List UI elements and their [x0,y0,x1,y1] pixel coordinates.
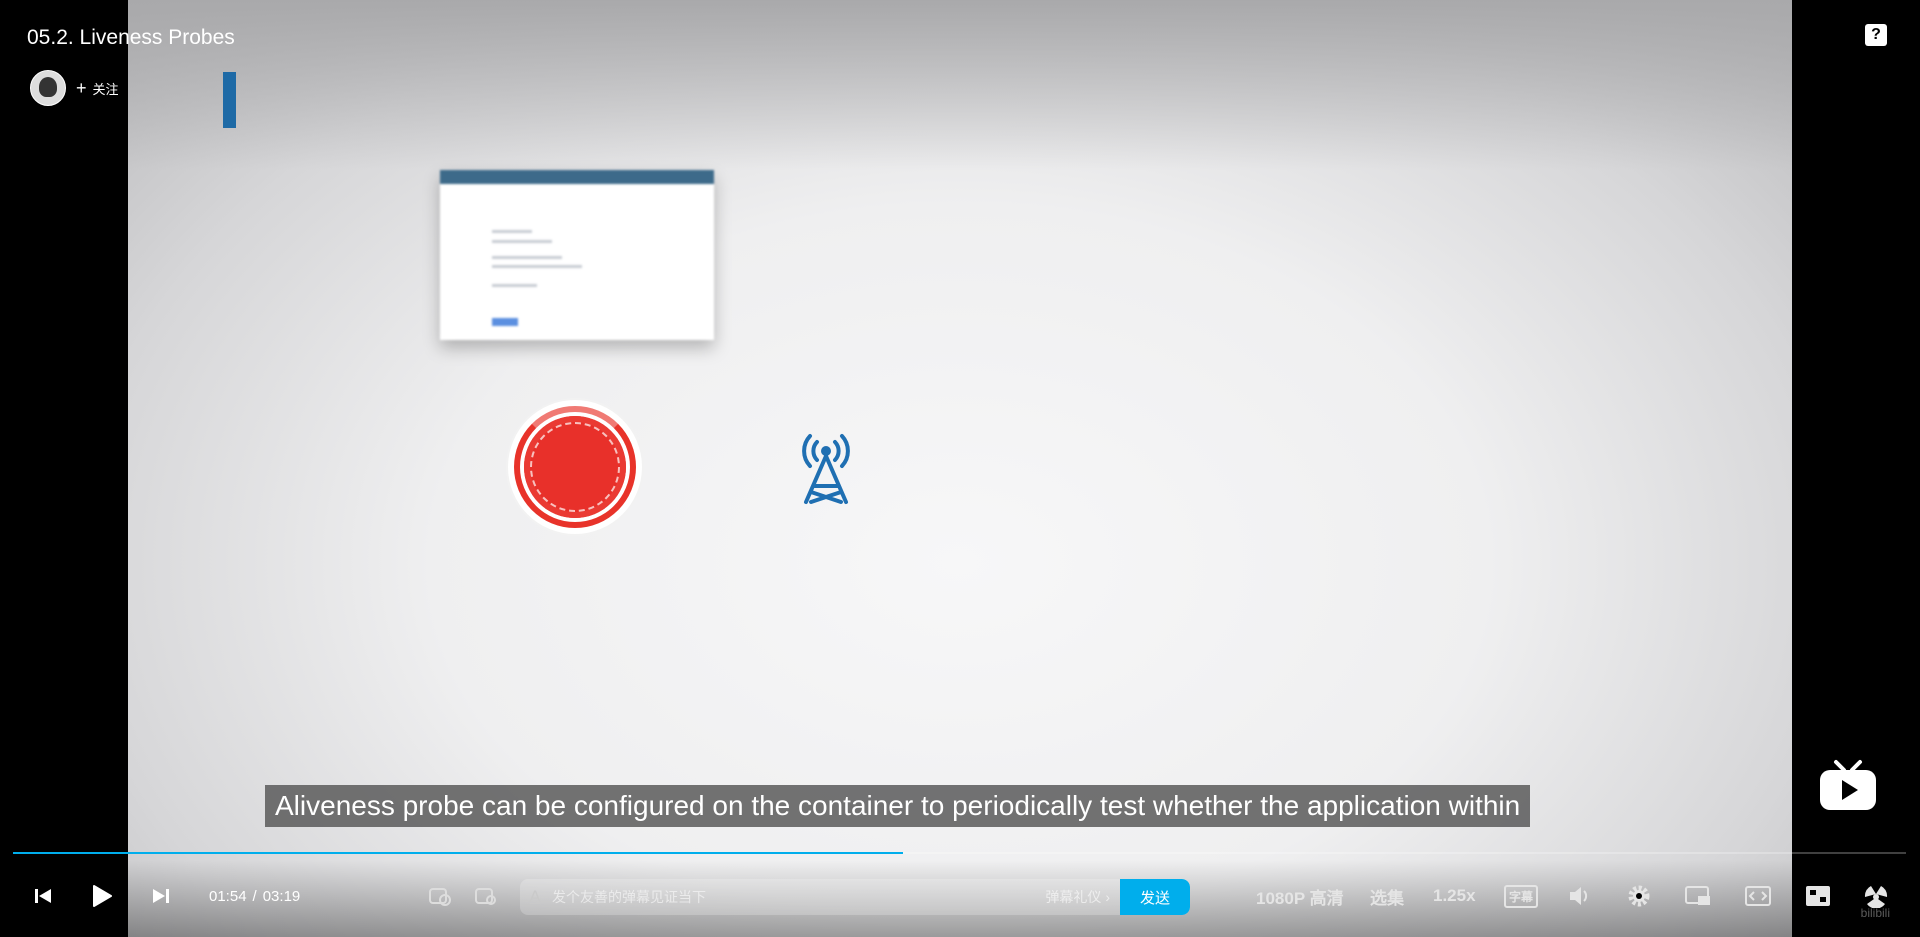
uploader-info: + 关注 [30,70,119,106]
subtitle-toggle[interactable]: 字幕 [1504,870,1539,922]
danmaku-style-icon[interactable]: A [520,887,550,907]
browser-window-illustration [440,170,714,340]
plus-icon: + [76,78,87,98]
red-button-illustration [508,400,642,534]
follow-label: 关注 [92,81,119,97]
bilibili-tv-icon[interactable] [1818,758,1878,814]
time-display: 01:54 / 03:19 [209,870,300,922]
danmaku-input[interactable] [550,888,1046,906]
time-separator: / [252,887,257,905]
web-fullscreen-icon[interactable] [1804,870,1832,922]
danmaku-settings-icon[interactable] [474,870,498,922]
avatar[interactable] [30,70,66,106]
play-icon[interactable] [88,870,116,922]
current-time: 01:54 [209,887,247,905]
player-controls: 01:54 / 03:19 A 弹幕礼仪 › 发送 1080P 高清 选集 1.… [0,870,1920,922]
slide-accent-bar [223,72,236,128]
subtitle-caption: Aliveness probe can be configured on the… [265,785,1531,827]
previous-icon[interactable] [30,870,56,922]
picture-in-picture-icon[interactable] [1684,870,1712,922]
question-icon[interactable]: ? [1865,24,1887,46]
progress-bar[interactable] [13,852,1906,854]
settings-gear-icon[interactable] [1625,870,1653,922]
danmaku-toggle-icon[interactable] [428,870,452,922]
danmaku-bar: A 弹幕礼仪 › 发送 [520,879,1190,915]
antenna-tower-icon [798,430,854,511]
subtitle-badge: 字幕 [1504,884,1539,908]
quality-selector[interactable]: 1080P 高清 [1256,870,1344,922]
video-title: 05.2. Liveness Probes [27,26,235,49]
progress-fill [13,852,903,854]
episodes-button[interactable]: 选集 [1370,870,1404,922]
send-button[interactable]: 发送 [1120,879,1190,915]
duration: 03:19 [262,887,301,905]
danmaku-etiquette-link[interactable]: 弹幕礼仪 › [1045,887,1110,907]
watermark: bilibili [1860,906,1890,920]
speed-selector[interactable]: 1.25x [1433,870,1476,922]
next-icon[interactable] [148,870,174,922]
follow-button[interactable]: + 关注 [76,79,119,98]
volume-icon[interactable] [1566,870,1594,922]
widescreen-icon[interactable] [1744,870,1772,922]
